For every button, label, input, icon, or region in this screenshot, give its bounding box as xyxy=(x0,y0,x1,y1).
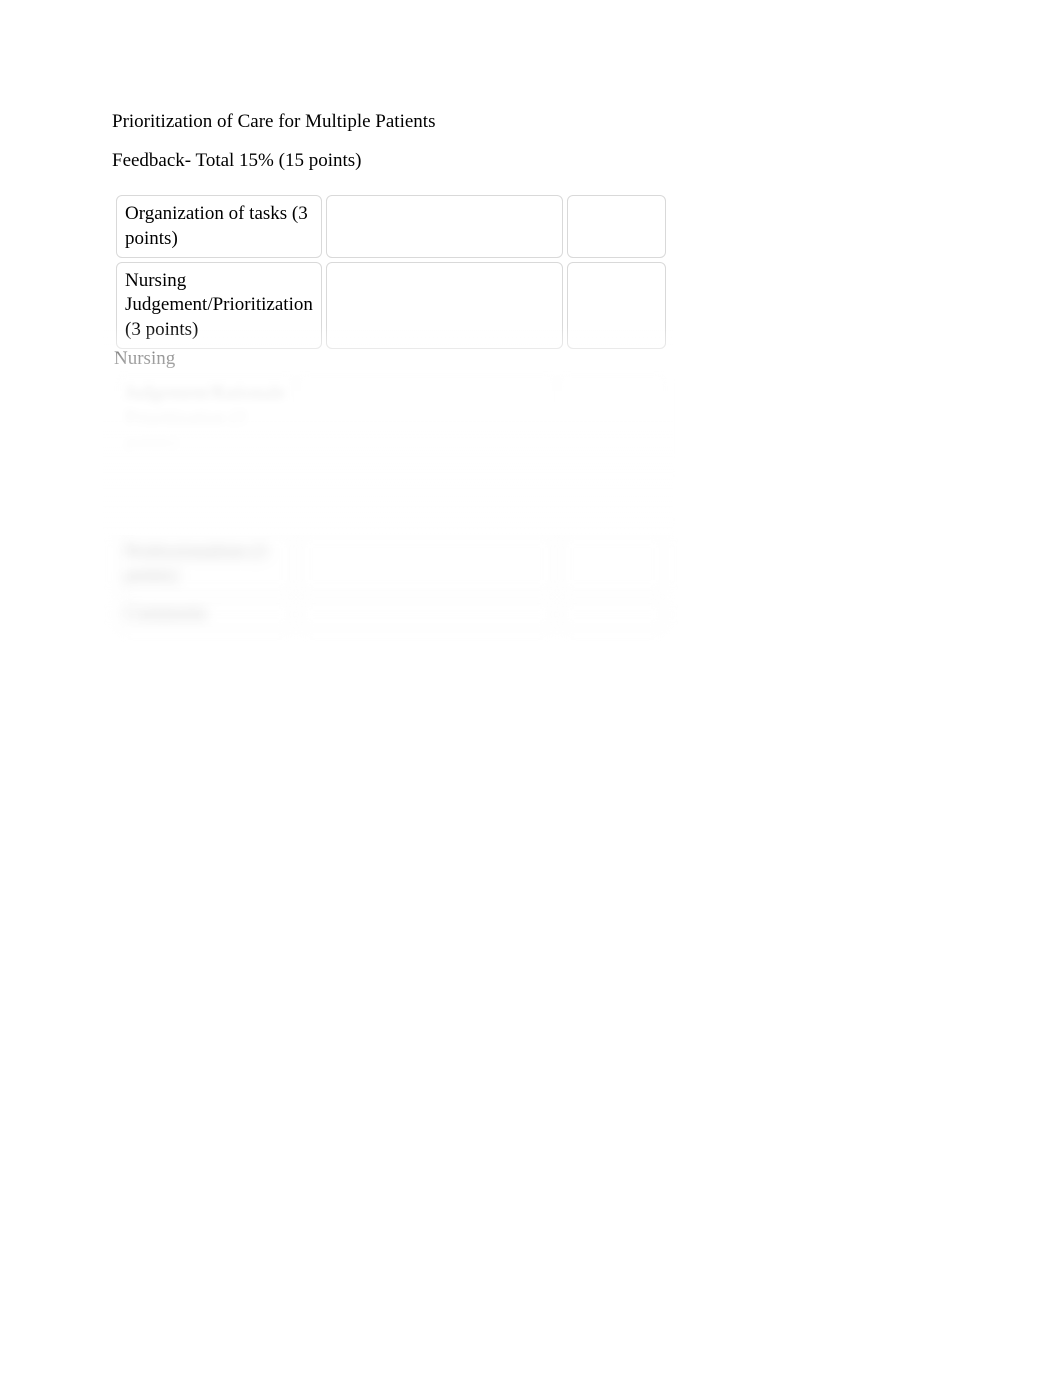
criteria-cell: Professionalism (3 points) xyxy=(116,533,294,596)
feedback-cell xyxy=(298,375,555,462)
feedback-cell xyxy=(298,599,555,629)
points-cell xyxy=(567,195,666,258)
criteria-cell: Nursing Judgement/Prioritization (3 poin… xyxy=(116,262,322,349)
page-title: Prioritization of Care for Multiple Pati… xyxy=(112,110,950,135)
points-cell xyxy=(567,262,666,349)
points-cell xyxy=(559,466,666,529)
feedback-table-continued: Judgement/Rationale Prioritization (3 po… xyxy=(112,371,670,634)
criteria-cell: Organization of tasks (3 points) xyxy=(116,195,322,258)
criteria-cell: Comments xyxy=(116,599,294,629)
criteria-cell: Managing Time (3 points) xyxy=(116,466,294,529)
table-row: Judgement/Rationale Prioritization (3 po… xyxy=(116,375,666,462)
overflow-label: Nursing xyxy=(114,347,952,371)
table-row: Managing Time (3 points) xyxy=(116,466,666,529)
points-cell xyxy=(559,375,666,462)
points-cell xyxy=(559,599,666,629)
table-row: Comments xyxy=(116,599,666,629)
feedback-cell xyxy=(298,533,555,596)
criteria-cell: Judgement/Rationale Prioritization (3 po… xyxy=(116,375,294,462)
table-row: Professionalism (3 points) xyxy=(116,533,666,596)
points-cell xyxy=(559,533,666,596)
feedback-cell xyxy=(298,466,555,529)
table-row: Organization of tasks (3 points) xyxy=(116,195,666,258)
feedback-cell xyxy=(326,262,563,349)
table-row: Nursing Judgement/Prioritization (3 poin… xyxy=(116,262,666,349)
page-subtitle: Feedback- Total 15% (15 points) xyxy=(112,149,950,174)
feedback-table: Organization of tasks (3 points) Nursing… xyxy=(112,191,670,353)
feedback-cell xyxy=(326,195,563,258)
